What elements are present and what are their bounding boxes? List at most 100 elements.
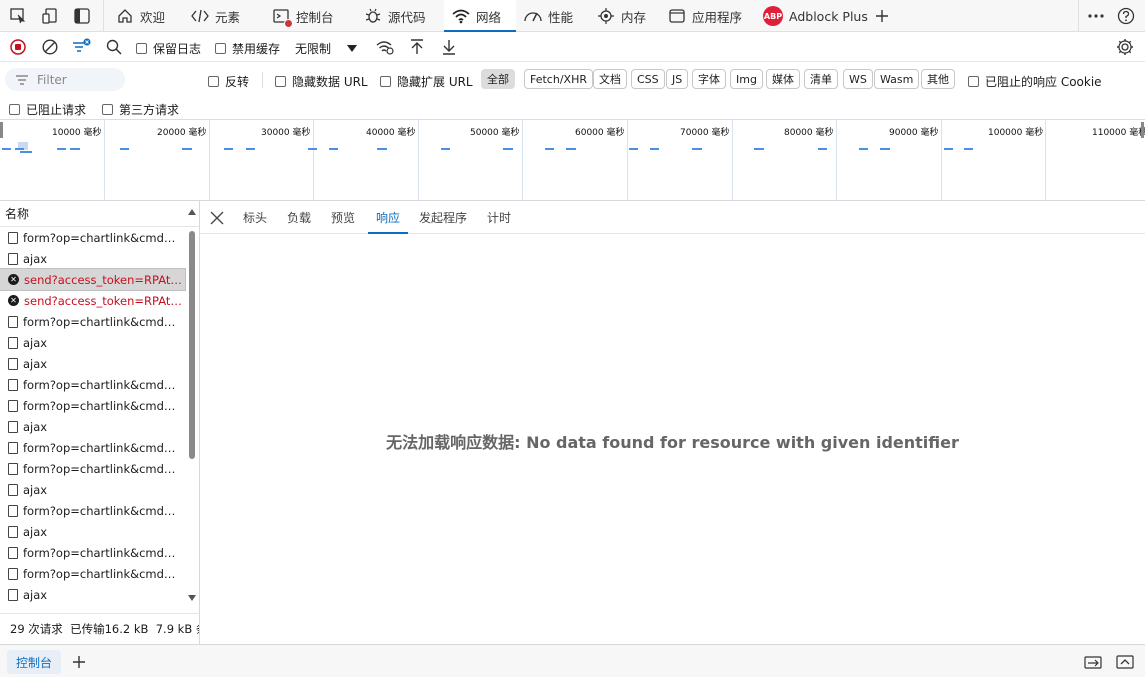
network-summary-status: 29 次请求 已传输16.2 kB 7.9 kB 条	[0, 613, 200, 644]
request-row[interactable]: form?op=chartlink&cmd=r...	[0, 563, 185, 584]
scroll-thumb[interactable]	[189, 231, 195, 459]
tab-timing[interactable]: 计时	[487, 201, 511, 233]
request-row[interactable]: form?op=chartlink&cmd=r...	[0, 500, 185, 521]
tab-sources[interactable]: 源代码	[364, 0, 426, 32]
type-filter-all[interactable]: 全部	[481, 69, 515, 89]
settings-gear-icon[interactable]	[1116, 38, 1134, 56]
collapse-drawer-icon[interactable]	[1116, 654, 1134, 670]
tab-console[interactable]: 控制台	[272, 0, 334, 32]
inspect-element-icon[interactable]	[8, 6, 28, 26]
dock-side-icon[interactable]	[72, 6, 92, 26]
device-emulation-icon[interactable]	[40, 6, 60, 26]
response-error-message: 无法加载响应数据: No data found for resource wit…	[386, 433, 959, 452]
more-options-icon[interactable]	[1086, 6, 1106, 26]
request-row[interactable]: ajax	[0, 521, 185, 542]
disable-cache-checkbox[interactable]: 禁用缓存	[215, 40, 280, 57]
export-har-icon[interactable]	[441, 38, 457, 56]
request-row[interactable]: form?op=chartlink&cmd=r...	[0, 311, 185, 332]
checkbox-box[interactable]	[208, 76, 219, 87]
type-filter-media[interactable]: 媒体	[766, 69, 800, 89]
request-row[interactable]: form?op=chartlink&cmd=r...	[0, 458, 185, 479]
throttling-select[interactable]: 无限制	[295, 40, 358, 57]
request-name: form?op=chartlink&cmd=r...	[23, 566, 185, 581]
hide-data-urls-checkbox[interactable]: 隐藏数据 URL	[275, 73, 368, 90]
type-filter-ws[interactable]: WS	[843, 69, 873, 89]
filter-input[interactable]: Filter	[5, 68, 125, 91]
network-conditions-icon[interactable]	[376, 39, 394, 55]
drawer-tab-console[interactable]: 控制台	[7, 650, 62, 674]
request-name: ajax	[23, 419, 48, 434]
search-icon[interactable]	[106, 39, 122, 55]
type-filter-img[interactable]: Img	[730, 69, 763, 89]
request-row[interactable]: form?op=chartlink&cmd=r...	[0, 395, 185, 416]
type-filter-fetch-xhr[interactable]: Fetch/XHR	[524, 69, 593, 89]
request-row[interactable]: ✕ send?access_token=RPAtqy...	[0, 290, 185, 311]
blocked-cookies-checkbox[interactable]: 已阻止的响应 Cookie	[968, 73, 1102, 90]
request-row[interactable]: ajax	[0, 584, 185, 605]
checkbox-box[interactable]	[136, 43, 147, 54]
request-row[interactable]: ajax	[0, 479, 185, 500]
type-filter-wasm[interactable]: Wasm	[874, 69, 920, 89]
tab-application[interactable]: 应用程序	[668, 0, 742, 32]
request-name: form?op=chartlink&cmd=r...	[23, 398, 185, 413]
type-filter-manifest[interactable]: 清单	[804, 69, 838, 89]
checkbox-box[interactable]	[275, 76, 286, 87]
tab-adblock-plus[interactable]: ABP Adblock Plus	[763, 0, 868, 32]
tab-preview[interactable]: 预览	[331, 201, 355, 233]
chevron-down-icon	[347, 45, 358, 52]
network-overview-timeline[interactable]: 10000 毫秒 20000 毫秒 30000 毫秒 40000 毫秒 5000…	[0, 119, 1145, 201]
checkbox-box[interactable]	[215, 43, 226, 54]
tab-initiator[interactable]: 发起程序	[419, 201, 467, 233]
request-row[interactable]: form?op=chartlink&cmd=r...	[0, 437, 185, 458]
filter-placeholder: Filter	[37, 72, 67, 87]
help-icon[interactable]	[1116, 6, 1136, 26]
checkbox-box[interactable]	[102, 104, 113, 115]
request-name: send?access_token=RPAtqy...	[24, 272, 185, 287]
request-row[interactable]: ajax	[0, 416, 185, 437]
checkbox-box[interactable]	[380, 76, 391, 87]
add-tab-icon[interactable]	[872, 6, 892, 26]
tab-memory[interactable]: 内存	[597, 0, 646, 32]
dock-drawer-icon[interactable]	[1084, 654, 1102, 670]
request-row[interactable]: form?op=chartlink&cmd=r...	[0, 374, 185, 395]
request-row[interactable]: ajax	[0, 353, 185, 374]
request-row[interactable]: form?op=chartlink&cmd=r...	[0, 227, 185, 248]
add-drawer-tab-icon[interactable]	[72, 655, 86, 669]
hide-extension-urls-checkbox[interactable]: 隐藏扩展 URL	[380, 73, 473, 90]
scroll-down-icon[interactable]	[188, 595, 196, 601]
third-party-checkbox[interactable]: 第三方请求	[102, 101, 179, 118]
type-filter-doc[interactable]: 文档	[593, 69, 627, 89]
tab-response[interactable]: 响应	[367, 201, 409, 234]
request-name: form?op=chartlink&cmd=r...	[23, 545, 185, 560]
clear-icon[interactable]	[42, 39, 58, 55]
type-filter-js[interactable]: JS	[666, 69, 689, 89]
close-icon[interactable]	[210, 211, 224, 225]
checkbox-box[interactable]	[968, 76, 979, 87]
filter-toggle-icon[interactable]	[72, 38, 92, 56]
tab-welcome[interactable]: 欢迎	[116, 0, 165, 32]
type-filter-font[interactable]: 字体	[692, 69, 726, 89]
tab-network[interactable]: 网络	[444, 0, 516, 32]
tab-payload[interactable]: 负载	[287, 201, 311, 233]
type-filter-other[interactable]: 其他	[921, 69, 955, 89]
blocked-requests-checkbox[interactable]: 已阻止请求	[9, 101, 86, 118]
type-filter-css[interactable]: CSS	[631, 69, 665, 89]
request-list-scrollbar[interactable]	[186, 201, 198, 613]
record-stop-icon[interactable]	[10, 39, 26, 55]
tab-label: Adblock Plus	[789, 8, 868, 24]
request-row[interactable]: ajax	[0, 248, 185, 269]
import-har-icon[interactable]	[409, 38, 425, 56]
request-row[interactable]: form?op=chartlink&cmd=r...	[0, 542, 185, 563]
invert-checkbox[interactable]: 反转	[208, 73, 249, 90]
tab-performance[interactable]: 性能	[524, 0, 573, 32]
error-circle-icon: ✕	[8, 295, 19, 306]
checkbox-box[interactable]	[9, 104, 20, 115]
tab-headers[interactable]: 标头	[243, 201, 267, 233]
tab-elements[interactable]: 元素	[191, 0, 240, 32]
throttling-value: 无限制	[295, 42, 332, 56]
request-row[interactable]: ✕ send?access_token=RPAtqy...	[0, 268, 186, 291]
request-row[interactable]: ajax	[0, 332, 185, 353]
scroll-up-icon[interactable]	[188, 209, 196, 215]
preserve-log-checkbox[interactable]: 保留日志	[136, 40, 201, 57]
name-column-header[interactable]: 名称	[0, 201, 199, 227]
